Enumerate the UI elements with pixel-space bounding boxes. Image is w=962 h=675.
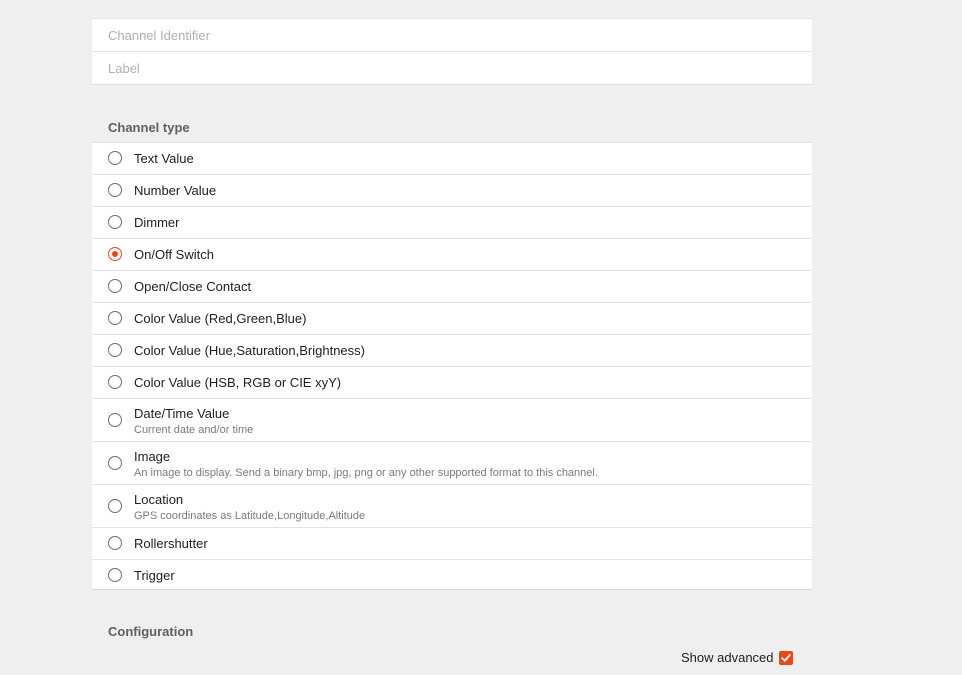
channel-type-list: Text Value Number Value Dimmer On/Off Sw… <box>92 142 812 590</box>
channel-type-option-image[interactable]: Image An image to display. Send a binary… <box>92 442 812 485</box>
option-description: Current date and/or time <box>134 424 254 436</box>
channel-type-option-color-hsb[interactable]: Color Value (Hue,Saturation,Brightness) <box>92 335 812 367</box>
channel-type-option-on-off-switch[interactable]: On/Off Switch <box>92 239 812 271</box>
channel-identifier-input[interactable] <box>108 19 798 52</box>
label-input[interactable] <box>108 52 798 85</box>
checkmark-icon <box>780 653 791 662</box>
channel-type-option-text-value[interactable]: Text Value <box>92 143 812 175</box>
radio-button[interactable] <box>108 568 122 582</box>
channel-type-heading: Channel type <box>108 120 190 135</box>
option-label: Image <box>134 449 171 464</box>
option-label: Number Value <box>134 183 217 198</box>
radio-button[interactable] <box>108 499 122 513</box>
channel-identifier-row <box>92 19 812 52</box>
option-label: Dimmer <box>134 215 180 230</box>
page: Channel type Text Value Number Value Dim… <box>0 0 962 675</box>
channel-type-option-open-close-contact[interactable]: Open/Close Contact <box>92 271 812 303</box>
channel-type-option-dimmer[interactable]: Dimmer <box>92 207 812 239</box>
channel-type-option-location[interactable]: Location GPS coordinates as Latitude,Lon… <box>92 485 812 528</box>
show-advanced-checkbox[interactable] <box>778 650 793 665</box>
channel-type-option-color-rgb[interactable]: Color Value (Red,Green,Blue) <box>92 303 812 335</box>
option-label: Color Value (Red,Green,Blue) <box>134 311 307 326</box>
radio-button[interactable] <box>108 183 122 197</box>
radio-button[interactable] <box>108 456 122 470</box>
channel-type-option-trigger[interactable]: Trigger <box>92 560 812 592</box>
channel-type-option-number-value[interactable]: Number Value <box>92 175 812 207</box>
radio-button[interactable] <box>108 279 122 293</box>
configuration-heading: Configuration <box>108 624 194 639</box>
option-label: On/Off Switch <box>134 247 214 262</box>
option-label: Rollershutter <box>134 536 208 551</box>
option-label: Color Value (HSB, RGB or CIE xyY) <box>134 375 342 390</box>
radio-button[interactable] <box>108 215 122 229</box>
option-description: GPS coordinates as Latitude,Longitude,Al… <box>134 510 366 522</box>
radio-button[interactable] <box>108 536 122 550</box>
option-label: Location <box>134 492 184 507</box>
radio-button[interactable] <box>108 375 122 389</box>
option-label: Color Value (Hue,Saturation,Brightness) <box>134 343 365 358</box>
channel-type-option-color-hsb-rgb-cie[interactable]: Color Value (HSB, RGB or CIE xyY) <box>92 367 812 399</box>
radio-button-selected[interactable] <box>108 247 122 261</box>
option-label: Text Value <box>134 151 194 166</box>
show-advanced-label: Show advanced <box>681 650 774 665</box>
channel-type-option-rollershutter[interactable]: Rollershutter <box>92 528 812 560</box>
channel-type-option-date-time[interactable]: Date/Time Value Current date and/or time <box>92 399 812 442</box>
show-advanced-toggle[interactable]: Show advanced <box>681 649 793 666</box>
option-description: An image to display. Send a binary bmp, … <box>134 467 598 479</box>
radio-button[interactable] <box>108 151 122 165</box>
radio-button[interactable] <box>108 343 122 357</box>
identifier-fields-panel <box>92 18 812 85</box>
option-label: Date/Time Value <box>134 406 230 421</box>
radio-button[interactable] <box>108 311 122 325</box>
option-label: Trigger <box>134 568 175 583</box>
option-label: Open/Close Contact <box>134 279 252 294</box>
label-row <box>92 52 812 85</box>
radio-button[interactable] <box>108 413 122 427</box>
